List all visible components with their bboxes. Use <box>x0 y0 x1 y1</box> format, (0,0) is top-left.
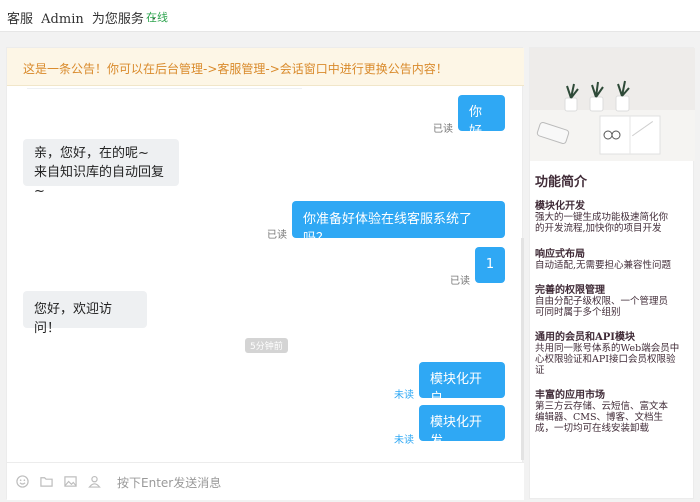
read-receipt: 已读 <box>267 230 287 241</box>
outgoing-message: 模块化开发 <box>419 405 505 449</box>
feature-desc: 自由分配子级权限、一个管理员 <box>535 296 669 307</box>
message-line: 亲，您好，在的呢~ <box>34 146 149 161</box>
feature-desc: 自动适配,无需要担心兼容性问题 <box>535 260 672 271</box>
chat-panel: 这是一条公告！你可以在后台管理->客服管理->会话窗口中进行更换公告内容！ 已读… <box>6 47 524 500</box>
incoming-message: 您好，欢迎访问！ <box>23 291 147 336</box>
outgoing-message: 模块化开户 <box>419 362 505 406</box>
feature-title: 响应式布局 <box>535 249 585 260</box>
feature-title: 通用的会员和API模块 <box>535 332 635 343</box>
feature-desc: 第三方云存储、云短信、富文本 <box>535 401 669 412</box>
folder-icon[interactable] <box>40 475 53 488</box>
feature-desc: 证 <box>535 365 545 376</box>
feature-desc: 的开发流程,加快你的项目开发 <box>535 223 662 234</box>
desk-photo-illustration <box>530 48 695 161</box>
message-line: 来自知识库的自动回复~ <box>34 165 165 199</box>
outgoing-message: 你准备好体验在线客服系统了吗？ <box>292 201 505 246</box>
unread-receipt: 未读 <box>394 390 414 401</box>
emoji-icon[interactable] <box>16 475 29 488</box>
feature-desc: 成，一切均可在线安装卸载 <box>535 423 650 434</box>
feature-item: 完善的权限管理 自由分配子级权限、一个管理员 可同时属于多个组别 <box>535 285 690 318</box>
read-receipt: 已读 <box>450 276 470 287</box>
time-divider: 5分钟前 <box>245 338 288 353</box>
header-title: 客服 Admin 为您服务 · <box>7 8 160 27</box>
feature-item: 模块化开发 强大的一键生成功能极速简化你 的开发流程,加快你的项目开发 <box>535 201 690 234</box>
feature-title: 模块化开发 <box>535 201 585 212</box>
info-sidebar: 功能简介 模块化开发 强大的一键生成功能极速简化你 的开发流程,加快你的项目开发… <box>529 47 695 499</box>
online-status: 在线 <box>146 11 168 24</box>
read-receipt: 已读 <box>433 124 453 135</box>
feature-title: 丰富的应用市场 <box>535 390 605 401</box>
feature-title: 完善的权限管理 <box>535 285 605 296</box>
feature-item: 丰富的应用市场 第三方云存储、云短信、富文本 编辑器、CMS、博客、文档生 成，… <box>535 390 690 434</box>
input-bar: 按下Enter发送消息 <box>7 462 524 500</box>
message-scrollbar[interactable] <box>521 238 524 460</box>
incoming-message: 亲，您好，在的呢~ 来自知识库的自动回复~ <box>23 139 179 199</box>
sidebar-title: 功能简介 <box>535 175 588 190</box>
outgoing-message: 你好 <box>458 95 505 139</box>
image-icon[interactable] <box>64 475 77 488</box>
feature-desc: 强大的一键生成功能极速简化你 <box>535 212 669 223</box>
message-list[interactable]: 已读 你好 亲，您好，在的呢~ 来自知识库的自动回复~ 已读 你准备好体验在线客… <box>7 86 524 462</box>
feature-desc: 编辑器、CMS、博客、文档生 <box>535 412 664 423</box>
unread-receipt: 未读 <box>394 435 414 446</box>
message-input[interactable]: 按下Enter发送消息 <box>117 474 221 491</box>
service-label: 客服 <box>7 12 34 27</box>
user-icon[interactable] <box>88 475 101 488</box>
outgoing-message: 1 <box>475 247 505 283</box>
notice-banner: 这是一条公告！你可以在后台管理->客服管理->会话窗口中进行更换公告内容！ <box>7 48 524 86</box>
feature-item: 响应式布局 自动适配,无需要担心兼容性问题 <box>535 249 690 271</box>
serving-text: 为您服务 <box>91 12 144 27</box>
feature-item: 通用的会员和API模块 共用同一账号体系的Web端会员中 心权限验证和API接口… <box>535 332 690 376</box>
desk-photo <box>530 48 695 161</box>
feature-desc: 可同时属于多个组别 <box>535 307 621 318</box>
feature-desc: 共用同一账号体系的Web端会员中 <box>535 343 680 354</box>
feature-desc: 心权限验证和API接口会员权限验 <box>535 354 676 365</box>
header-bar: 客服 Admin 为您服务 · 在线 <box>0 0 700 32</box>
message-top-edge <box>27 88 302 89</box>
agent-name: Admin <box>41 12 84 27</box>
